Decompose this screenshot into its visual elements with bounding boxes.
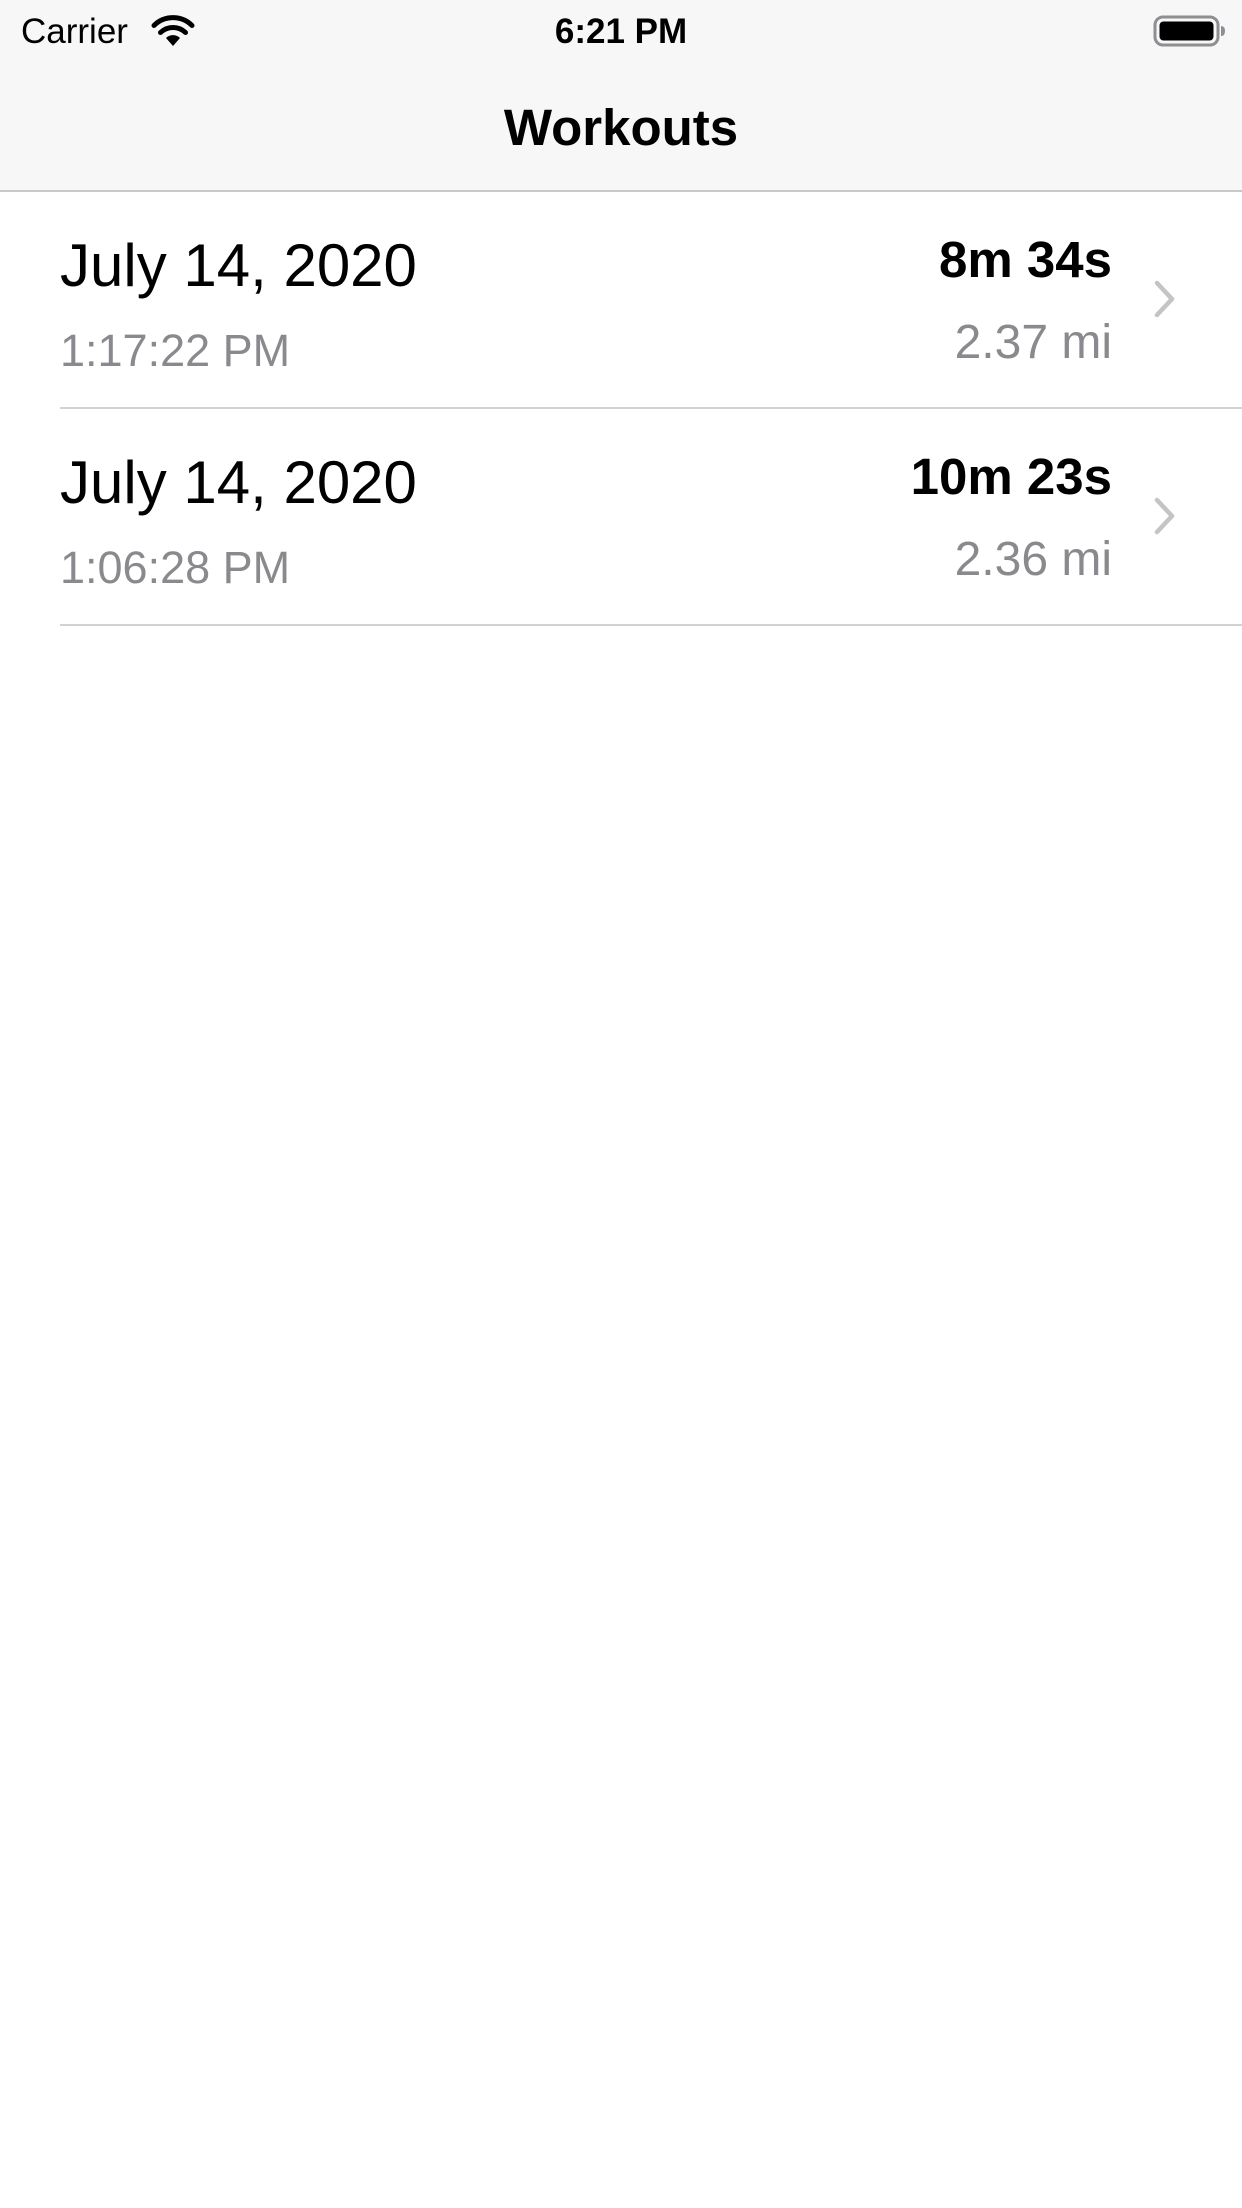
status-time: 6:21 PM xyxy=(554,12,688,51)
workouts-screen: Carrier 6:21 PM Workouts July 14, 2020 1… xyxy=(0,0,1242,2208)
workout-list: July 14, 2020 1:17:22 PM 8m 34s 2.37 mi … xyxy=(0,192,1242,626)
workout-date: July 14, 2020 xyxy=(60,232,417,299)
navigation-header: Carrier 6:21 PM Workouts xyxy=(0,0,1242,192)
workout-time: 1:17:22 PM xyxy=(60,325,291,376)
workout-time: 1:06:28 PM xyxy=(60,542,291,593)
workout-distance: 2.36 mi xyxy=(954,533,1112,586)
page-title: Workouts xyxy=(503,99,739,156)
status-bar: Carrier 6:21 PM xyxy=(0,0,1242,60)
chevron-right-icon xyxy=(1153,496,1177,536)
workout-duration: 8m 34s xyxy=(939,231,1112,288)
workout-distance: 2.37 mi xyxy=(954,316,1112,369)
workout-row[interactable]: July 14, 2020 1:06:28 PM 10m 23s 2.36 mi xyxy=(0,409,1242,626)
battery-icon xyxy=(1153,14,1227,48)
workout-date: July 14, 2020 xyxy=(60,449,417,516)
chevron-right-icon xyxy=(1153,279,1177,319)
workout-duration: 10m 23s xyxy=(910,448,1112,505)
workout-row[interactable]: July 14, 2020 1:17:22 PM 8m 34s 2.37 mi xyxy=(0,192,1242,409)
